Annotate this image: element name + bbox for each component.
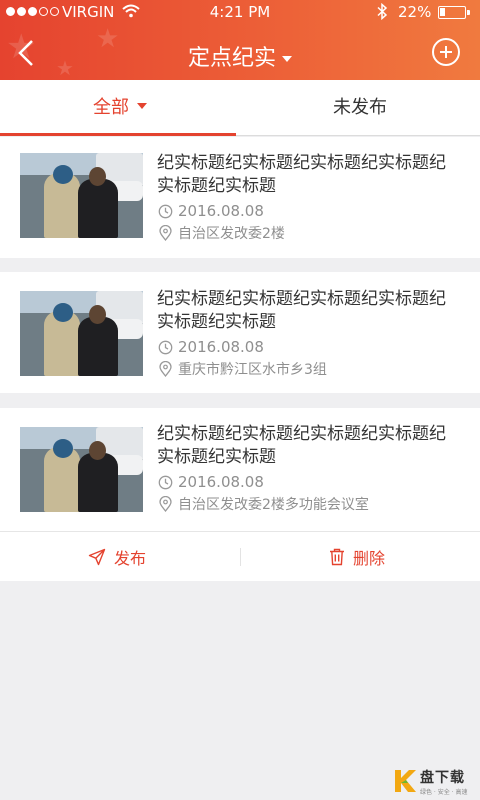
trash-icon xyxy=(330,548,344,566)
date-text: 2016.08.08 xyxy=(178,202,264,220)
item-title: 纪实标题纪实标题纪实标题纪实标题纪实标题纪实标题 xyxy=(157,424,446,467)
location-pin-icon xyxy=(158,225,173,241)
date-text: 2016.08.08 xyxy=(178,473,264,491)
tab-label: 未发布 xyxy=(333,97,387,118)
active-tab-indicator xyxy=(0,133,236,136)
item-title: 纪实标题纪实标题纪实标题纪实标题纪实标题纪实标题 xyxy=(157,289,446,332)
battery-icon xyxy=(438,6,470,19)
list-item[interactable]: 纪实标题纪实标题纪实标题纪实标题纪实标题纪实标题 2016.08.08 自治区发… xyxy=(0,408,480,531)
filter-tabs: 全部 未发布 xyxy=(0,80,480,136)
record-photo xyxy=(20,291,143,376)
location-text: 自治区发改委2楼 xyxy=(178,226,285,242)
add-button[interactable] xyxy=(432,38,460,66)
page-title: 定点纪实 xyxy=(187,46,276,71)
location-text: 重庆市黔江区水市乡3组 xyxy=(178,362,327,378)
location-pin-icon xyxy=(158,496,173,512)
tab-unpublished[interactable]: 未发布 xyxy=(240,80,480,136)
divider xyxy=(240,548,241,566)
watermark-logo: 盘下载 绿色 · 安全 · 高速 xyxy=(392,764,476,798)
tab-label: 全部 xyxy=(93,97,129,118)
title-dropdown[interactable]: 定点纪实 xyxy=(0,40,480,72)
watermark-tagline: 绿色 · 安全 · 高速 xyxy=(420,788,468,796)
list-item[interactable]: 纪实标题纪实标题纪实标题纪实标题纪实标题纪实标题 2016.08.08 自治区发… xyxy=(0,137,480,258)
clock-icon xyxy=(158,475,173,490)
brand-logo-icon xyxy=(392,767,418,795)
bluetooth-icon xyxy=(377,2,388,24)
item-location: 自治区发改委2楼 xyxy=(158,223,285,243)
delete-label: 删除 xyxy=(353,549,386,568)
clock-icon xyxy=(158,340,173,355)
publish-button[interactable]: 发布 xyxy=(88,532,146,582)
caret-down-icon xyxy=(282,55,292,62)
item-location: 重庆市黔江区水市乡3组 xyxy=(158,359,327,379)
item-date: 2016.08.08 xyxy=(158,472,264,492)
delete-button[interactable]: 删除 xyxy=(329,532,385,582)
send-icon xyxy=(88,548,106,566)
item-action-bar: 发布 删除 xyxy=(0,531,480,581)
app-header: ★ ★ ★ VIRGIN 4:21 PM 22% 定点纪实 xyxy=(0,0,480,80)
caret-down-icon xyxy=(137,103,147,109)
item-title: 纪实标题纪实标题纪实标题纪实标题纪实标题纪实标题 xyxy=(157,153,446,196)
date-text: 2016.08.08 xyxy=(178,338,264,356)
status-bar: VIRGIN 4:21 PM 22% xyxy=(0,0,480,26)
location-pin-icon xyxy=(158,361,173,377)
watermark-brand: 盘下载 xyxy=(420,769,465,786)
record-photo xyxy=(20,427,143,512)
item-date: 2016.08.08 xyxy=(158,337,264,357)
publish-label: 发布 xyxy=(114,549,147,568)
location-text: 自治区发改委2楼多功能会议室 xyxy=(178,497,369,513)
record-photo xyxy=(20,153,143,238)
item-date: 2016.08.08 xyxy=(158,201,264,221)
tab-all[interactable]: 全部 xyxy=(0,80,240,136)
list-item[interactable]: 纪实标题纪实标题纪实标题纪实标题纪实标题纪实标题 2016.08.08 重庆市黔… xyxy=(0,272,480,393)
battery-percent: 22% xyxy=(398,3,432,21)
item-location: 自治区发改委2楼多功能会议室 xyxy=(158,494,369,514)
clock-icon xyxy=(158,204,173,219)
